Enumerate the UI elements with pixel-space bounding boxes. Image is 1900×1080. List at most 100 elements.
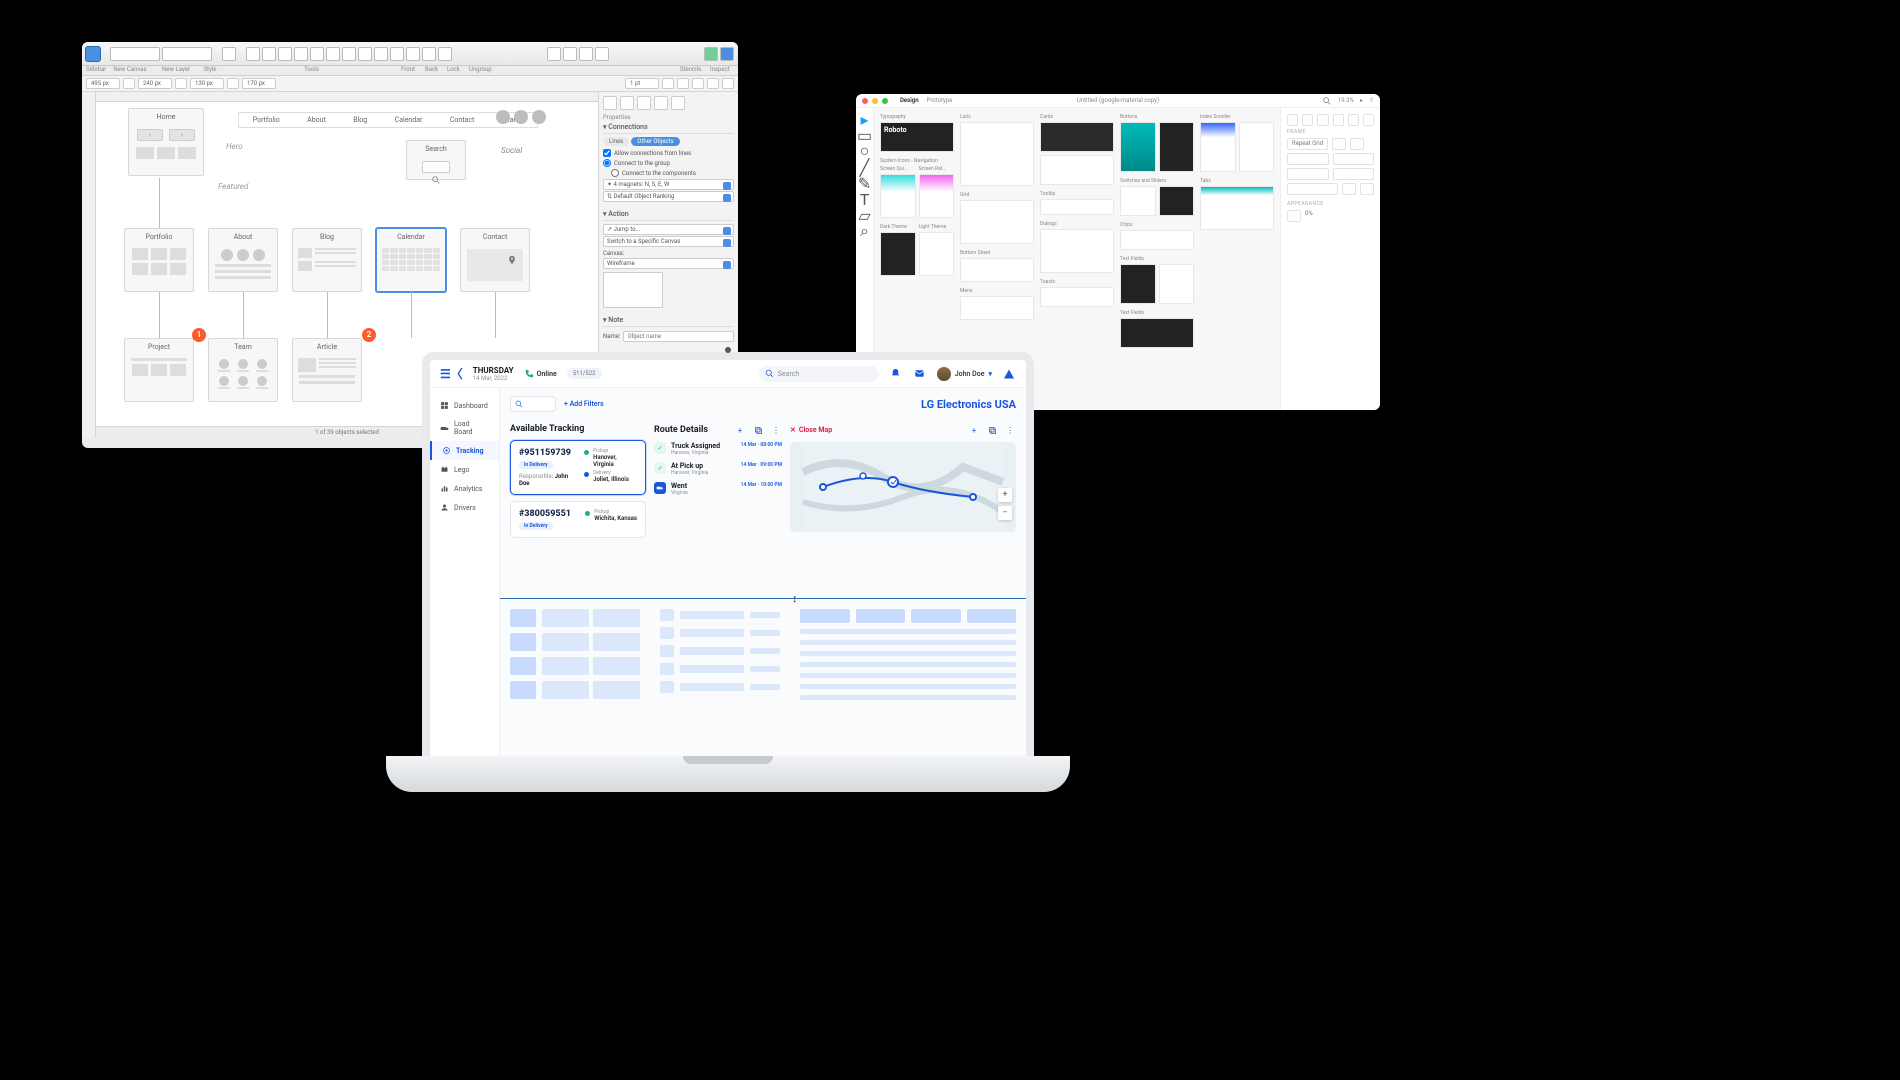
artboard-tool[interactable]: ▱ — [860, 210, 870, 220]
zoom-value[interactable]: 19.3% — [1338, 97, 1354, 104]
cards-artboard-2[interactable] — [1040, 155, 1114, 185]
pen-tool[interactable]: ✎ — [860, 178, 870, 188]
search-card[interactable]: Search — [406, 140, 466, 180]
back-button[interactable] — [563, 47, 577, 61]
sidebar-item-drivers[interactable]: Drivers — [430, 498, 499, 517]
tool-shape[interactable] — [262, 47, 276, 61]
portfolio-card[interactable]: Portfolio — [124, 228, 194, 292]
align-middle-icon[interactable] — [1348, 114, 1359, 126]
dark-theme-artboard[interactable] — [880, 232, 916, 276]
textfields2-artboard[interactable] — [1120, 318, 1194, 348]
textfields-dark[interactable] — [1120, 264, 1156, 304]
play-icon[interactable]: ▸ — [1360, 97, 1363, 104]
tool-rect[interactable] — [326, 47, 340, 61]
tracking-card-1[interactable]: #951159739 In Delivery Responsible: John… — [510, 440, 646, 495]
lock-button[interactable] — [579, 47, 593, 61]
w-field[interactable]: 130 px — [190, 78, 224, 89]
flip-v-icon[interactable] — [1360, 183, 1374, 195]
calendar-card[interactable]: Calendar — [376, 228, 446, 292]
contact-card[interactable]: Contact — [460, 228, 530, 292]
sidebar-item-tracking[interactable]: Tracking — [430, 441, 499, 460]
add-route-button[interactable]: + — [734, 424, 746, 436]
sidebar-toggle[interactable] — [86, 47, 100, 61]
more-map-button[interactable]: ⋮ — [1004, 424, 1016, 436]
more-route-button[interactable]: ⋮ — [770, 424, 782, 436]
team-card[interactable]: Team — [208, 338, 278, 402]
stroke-style[interactable] — [662, 78, 674, 89]
magnets-select[interactable]: ✦ 4 magnets: N, S, E, W — [603, 179, 734, 190]
maximize-dot[interactable] — [882, 98, 888, 104]
new-layer-button[interactable] — [162, 47, 212, 61]
close-map-button[interactable]: ✕ Close Map — [790, 426, 832, 434]
switch-canvas-select[interactable]: Switch to a Specific Canvas — [603, 236, 734, 247]
dialogs-artboard[interactable] — [1040, 229, 1114, 273]
tool-note[interactable] — [374, 47, 388, 61]
screen-artboard-2[interactable] — [919, 174, 955, 218]
stroke-swatch[interactable] — [692, 78, 704, 89]
x-field[interactable] — [1287, 168, 1329, 180]
home-card[interactable]: Home ‹› — [128, 108, 204, 176]
jump-select[interactable]: ↗ Jump to... — [603, 224, 734, 235]
light-theme-artboard[interactable] — [919, 232, 955, 276]
ellipse-tool[interactable]: ○ — [860, 146, 870, 156]
minimize-dot[interactable] — [872, 98, 878, 104]
zoom-tool[interactable]: ⌕ — [860, 226, 870, 236]
connect-components-radio[interactable]: Connect to the components — [603, 169, 734, 177]
annotation-badge-2[interactable]: 2 — [362, 328, 376, 342]
h-field[interactable]: 170 px — [242, 78, 276, 89]
y-field[interactable] — [1333, 168, 1375, 180]
tool-zoom[interactable] — [422, 47, 436, 61]
width-field[interactable] — [1287, 153, 1329, 165]
search-input[interactable]: Search — [759, 366, 879, 382]
shadow-swatch[interactable] — [707, 78, 719, 89]
boolean-union-icon[interactable] — [1332, 138, 1346, 150]
inspector-tab-3[interactable] — [637, 96, 651, 110]
line-tool[interactable]: ╱ — [860, 162, 870, 172]
repeat-grid-button[interactable]: Repeat Grid — [1287, 138, 1328, 150]
new-canvas-button[interactable] — [110, 47, 160, 61]
lock-wh[interactable] — [175, 78, 187, 89]
tool-hand[interactable] — [438, 47, 452, 61]
menu-artboard[interactable] — [960, 296, 1034, 320]
zoom-in-button[interactable]: + — [998, 488, 1012, 502]
chips-artboard[interactable] — [1120, 230, 1194, 250]
x-field[interactable]: 495 px — [86, 78, 120, 89]
tabs-artboard[interactable] — [1200, 186, 1274, 230]
tool-ellipse[interactable] — [342, 47, 356, 61]
align-right-icon[interactable] — [1317, 114, 1328, 126]
copy-route-button[interactable] — [752, 424, 764, 436]
add-map-button[interactable]: + — [968, 424, 980, 436]
inspector-tab-2[interactable] — [620, 96, 634, 110]
ungroup-button[interactable] — [595, 47, 609, 61]
switches-artboard[interactable] — [1120, 186, 1156, 216]
sidebar-item-dashboard[interactable]: Dashboard — [430, 396, 499, 415]
tool-browse[interactable] — [406, 47, 420, 61]
align-top-icon[interactable] — [1333, 114, 1344, 126]
tool-line[interactable] — [278, 47, 292, 61]
inspector-tab-1[interactable] — [603, 96, 617, 110]
tool-diamond[interactable] — [358, 47, 372, 61]
tool-text[interactable] — [294, 47, 308, 61]
zoom-out-button[interactable]: − — [998, 506, 1012, 520]
share-icon[interactable]: ⇧ — [1369, 97, 1374, 104]
other-objects-pill[interactable]: Other Objects — [631, 137, 679, 146]
tool-stamp[interactable] — [390, 47, 404, 61]
bottom-sheet-artboard[interactable] — [960, 258, 1034, 282]
object-name-input[interactable] — [623, 331, 734, 342]
user-menu[interactable]: John Doe ▾ — [937, 367, 992, 381]
screen-artboard-1[interactable] — [880, 174, 916, 218]
cards-artboard-1[interactable] — [1040, 122, 1114, 152]
connect-group-radio[interactable]: Connect to the group — [603, 159, 734, 167]
close-dot[interactable] — [862, 98, 868, 104]
stroke-field[interactable]: 1 pt — [625, 78, 659, 89]
y-field[interactable]: 240 px — [138, 78, 172, 89]
tracking-card-2[interactable]: #380059551 In Delivery PickupWichita, Ka… — [510, 501, 646, 538]
tool-pointer[interactable] — [246, 47, 260, 61]
fill-swatch[interactable] — [677, 78, 689, 89]
link-xy[interactable] — [123, 78, 135, 89]
allow-connections-checkbox[interactable]: Allow connections from lines — [603, 149, 734, 157]
inspector-tab-5[interactable] — [671, 96, 685, 110]
grid-artboard[interactable] — [960, 200, 1034, 244]
stencils-button[interactable] — [704, 47, 718, 61]
mail-icon[interactable] — [913, 367, 927, 381]
